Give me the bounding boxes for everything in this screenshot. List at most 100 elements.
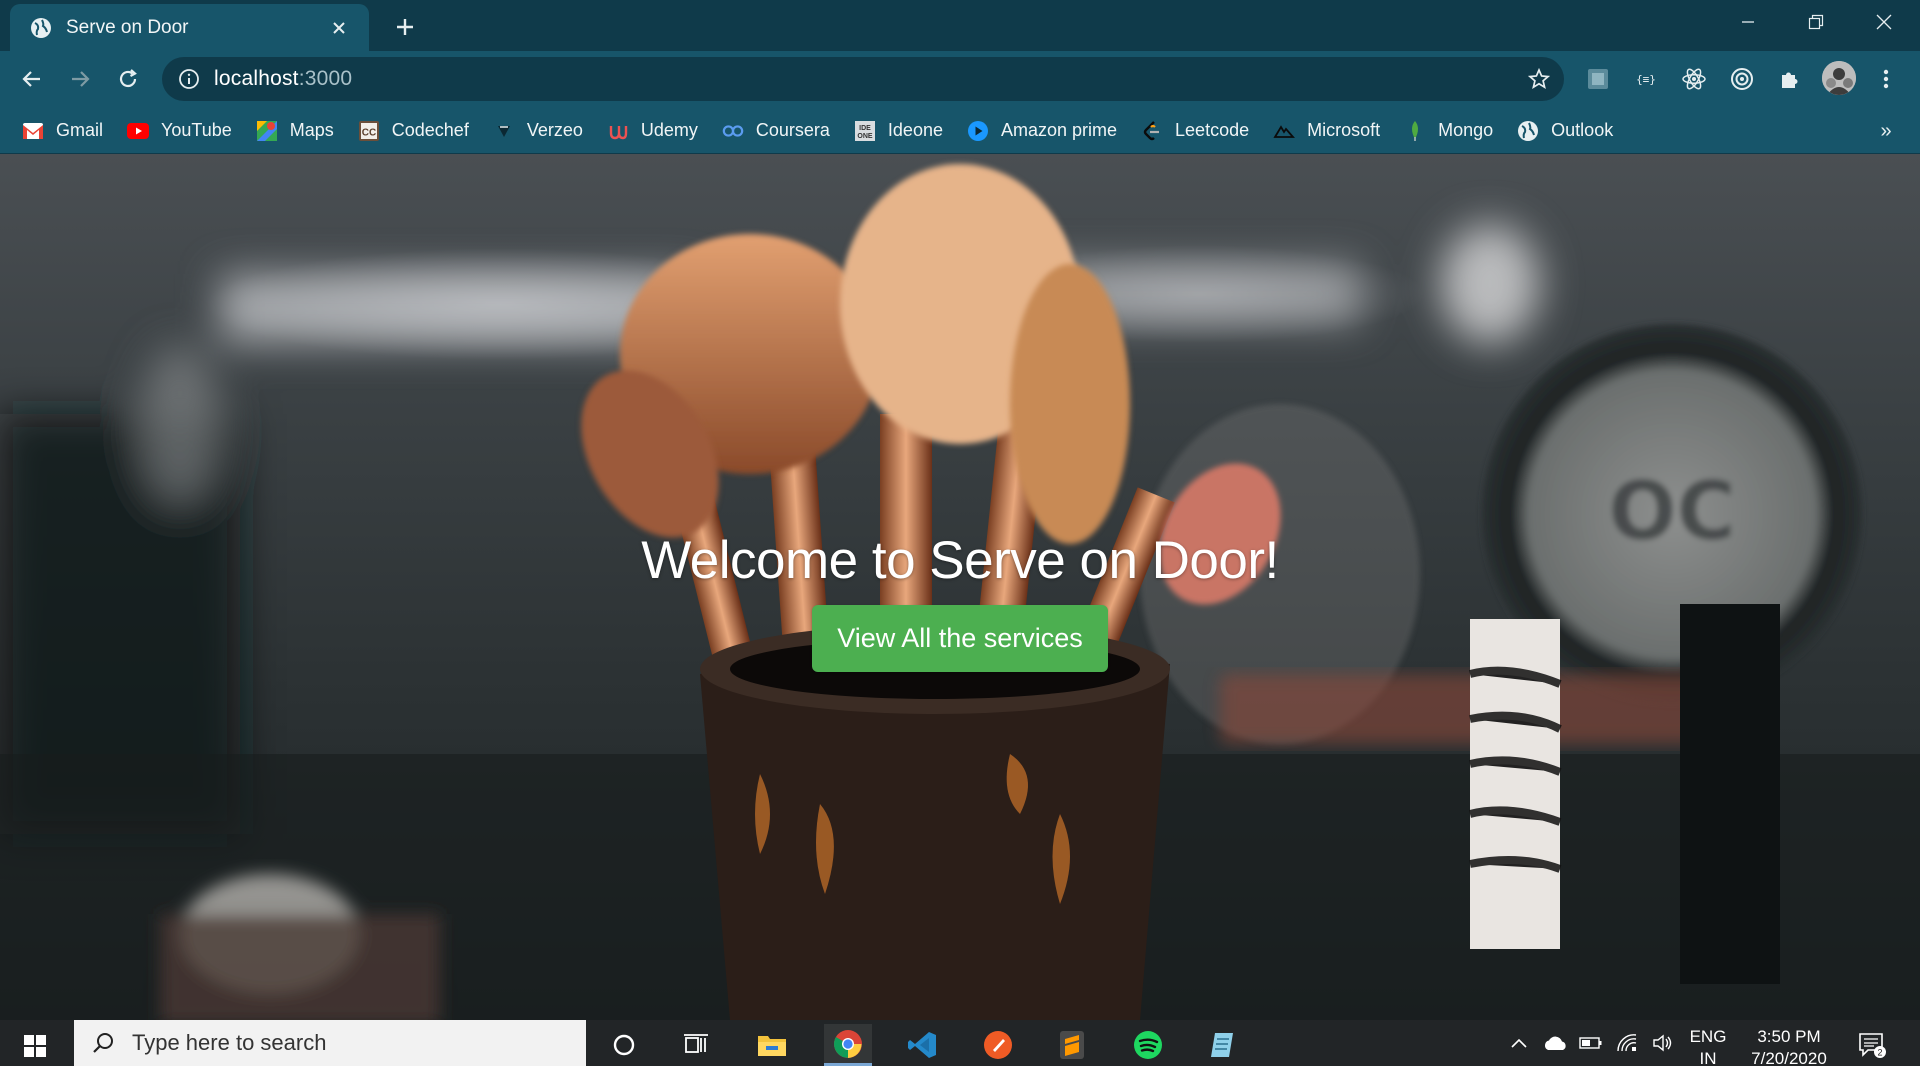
bookmark-ideone[interactable]: IDE ONE Ideone xyxy=(852,113,953,149)
bookmark-codechef[interactable]: CC Codechef xyxy=(356,113,479,149)
youtube-icon xyxy=(127,120,150,142)
react-devtools-icon[interactable] xyxy=(1678,63,1710,95)
plus-icon xyxy=(397,19,413,35)
windows-start-button[interactable] xyxy=(12,1026,58,1066)
puzzle-extensions-icon[interactable] xyxy=(1774,63,1806,95)
task-view-icon[interactable] xyxy=(672,1024,720,1066)
region-code: IN xyxy=(1699,1049,1717,1066)
vscode-icon[interactable] xyxy=(898,1024,946,1066)
action-center-button[interactable]: 2 xyxy=(1854,1028,1890,1062)
url-text[interactable]: localhost:3000 xyxy=(214,67,352,91)
chevron-up-icon[interactable] xyxy=(1504,1028,1534,1058)
reload-icon xyxy=(119,69,137,88)
bookmark-label: Outlook xyxy=(1551,120,1614,140)
cortana-icon[interactable] xyxy=(600,1024,648,1066)
spotify-icon[interactable] xyxy=(1124,1024,1172,1066)
restore-icon xyxy=(1808,14,1824,30)
bookmark-microsoft[interactable]: Microsoft xyxy=(1271,113,1390,149)
microsoft-icon xyxy=(1273,120,1296,142)
sublime-text-icon[interactable] xyxy=(1048,1024,1096,1066)
bookmark-leetcode[interactable]: Leetcode xyxy=(1139,113,1259,149)
bookmark-outlook[interactable]: Outlook xyxy=(1515,113,1623,149)
site-info-icon[interactable] xyxy=(176,66,202,92)
view-all-services-button[interactable]: View All the services xyxy=(812,605,1108,672)
svg-text:IDE: IDE xyxy=(859,125,871,132)
bookmark-label: Udemy xyxy=(640,120,698,140)
url-port: :3000 xyxy=(298,67,353,90)
file-explorer-icon[interactable] xyxy=(748,1024,796,1066)
wifi-icon[interactable] xyxy=(1612,1028,1642,1058)
bookmark-youtube[interactable]: YouTube xyxy=(125,113,242,149)
udemy-icon xyxy=(607,120,629,142)
clock-date: 7/20/2020 xyxy=(1751,1049,1827,1066)
codechef-icon: CC xyxy=(358,120,380,142)
bookmark-amazon-prime[interactable]: Amazon prime xyxy=(965,113,1127,149)
close-window-button[interactable] xyxy=(1850,0,1918,44)
target-extension-icon[interactable] xyxy=(1726,63,1758,95)
minimize-button[interactable] xyxy=(1714,0,1782,44)
notification-count: 2 xyxy=(1877,1048,1882,1058)
windows-taskbar: Type here to search ENG IN 3:50 PM 7/20/… xyxy=(0,1020,1920,1066)
close-tab-icon[interactable] xyxy=(327,16,351,40)
bookmark-label: Ideone xyxy=(887,120,943,140)
search-placeholder: Type here to search xyxy=(132,1030,327,1055)
onedrive-cloud-icon[interactable] xyxy=(1540,1028,1570,1058)
bookmark-maps[interactable]: Maps xyxy=(254,113,344,149)
svg-text:{≡}: {≡} xyxy=(1636,73,1656,86)
notification-icon: 2 xyxy=(1859,1033,1886,1058)
extension-square-icon[interactable] xyxy=(1582,63,1614,95)
postman-icon[interactable] xyxy=(974,1024,1022,1066)
bookmark-coursera[interactable]: Coursera xyxy=(720,113,840,149)
back-button[interactable] xyxy=(14,61,50,97)
gmail-icon xyxy=(22,120,44,142)
close-icon xyxy=(1876,14,1892,30)
bookmarks-bar: Gmail YouTube Maps CC Codechef Verzeo Ud… xyxy=(0,107,1920,154)
battery-icon[interactable] xyxy=(1576,1028,1606,1058)
bookmark-star-icon[interactable] xyxy=(1526,66,1552,92)
new-tab-button[interactable] xyxy=(390,12,420,42)
browser-toolbar: localhost:3000 {≡} xyxy=(0,51,1920,107)
bookmark-udemy[interactable]: Udemy xyxy=(605,113,708,149)
system-clock[interactable]: 3:50 PM 7/20/2020 xyxy=(1734,1026,1844,1066)
address-bar[interactable]: localhost:3000 xyxy=(162,57,1564,101)
bookmark-gmail[interactable]: Gmail xyxy=(20,113,113,149)
coursera-icon xyxy=(722,120,744,142)
notepad-icon[interactable] xyxy=(1198,1024,1246,1066)
extension-braces-icon[interactable]: {≡} xyxy=(1630,63,1662,95)
bookmark-label: Codechef xyxy=(391,120,469,140)
restore-button[interactable] xyxy=(1782,0,1850,44)
language-indicator[interactable]: ENG IN xyxy=(1688,1026,1728,1066)
taskbar-search-box[interactable]: Type here to search xyxy=(74,1020,586,1066)
hero-section: OC Welcome to Serve on Door! View All th… xyxy=(0,154,1920,1020)
bookmark-label: Amazon prime xyxy=(1000,120,1118,140)
mongo-icon xyxy=(1404,120,1426,142)
maps-icon xyxy=(256,120,278,142)
search-icon xyxy=(90,1030,116,1056)
bookmark-label: Mongo xyxy=(1438,120,1494,140)
bookmark-label: Gmail xyxy=(56,120,104,140)
browser-titlebar: Serve on Door xyxy=(0,0,1920,51)
bookmarks-overflow-button[interactable]: » xyxy=(1870,115,1902,147)
chrome-icon[interactable] xyxy=(824,1024,872,1066)
browser-tab-active[interactable]: Serve on Door xyxy=(10,4,369,51)
bookmark-label: Maps xyxy=(289,120,334,140)
language-code: ENG xyxy=(1689,1027,1727,1046)
arrow-left-icon xyxy=(22,71,40,87)
svg-text:CC: CC xyxy=(362,127,376,138)
more-menu-button[interactable] xyxy=(1870,63,1902,95)
volume-icon[interactable] xyxy=(1648,1028,1678,1058)
verzeo-icon xyxy=(493,120,515,142)
windows-logo-icon xyxy=(24,1035,46,1057)
reload-button[interactable] xyxy=(110,61,146,97)
profile-avatar[interactable] xyxy=(1822,61,1856,95)
amazon-prime-icon xyxy=(967,120,989,142)
hero-title: Welcome to Serve on Door! xyxy=(641,531,1279,590)
forward-button[interactable] xyxy=(62,61,98,97)
ideone-icon: IDE ONE xyxy=(854,120,876,142)
bookmark-mongo[interactable]: Mongo xyxy=(1402,113,1503,149)
arrow-right-icon xyxy=(72,71,90,87)
bookmarks-list: Gmail YouTube Maps CC Codechef Verzeo Ud… xyxy=(20,107,1635,154)
globe-icon xyxy=(30,17,52,39)
bookmark-verzeo[interactable]: Verzeo xyxy=(491,113,593,149)
url-host: localhost xyxy=(214,67,299,90)
